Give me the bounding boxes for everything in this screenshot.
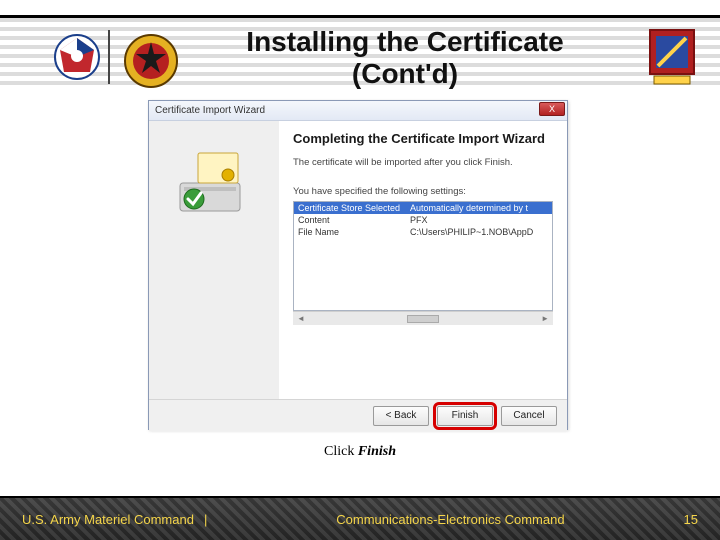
wizard-content: Completing the Certificate Import Wizard…: [279, 121, 567, 399]
cancel-button[interactable]: Cancel: [501, 406, 557, 426]
page-title: Installing the Certificate (Cont'd): [190, 26, 620, 90]
header-divider: [108, 30, 110, 84]
cecom-emblem-icon: [646, 28, 698, 88]
settings-header-row: Certificate Store Selected Automatically…: [294, 202, 552, 214]
certificate-icon: [174, 149, 254, 219]
scroll-left-icon[interactable]: ◄: [297, 314, 305, 323]
wizard-subtext: The certificate will be imported after y…: [293, 157, 553, 168]
settings-row-label: File Name: [298, 227, 410, 237]
settings-header-col1: Certificate Store Selected: [298, 203, 410, 213]
footer-separator: |: [194, 512, 217, 527]
settings-header-col2: Automatically determined by t: [410, 203, 548, 213]
starburst-emblem-icon: [122, 32, 180, 90]
back-button[interactable]: < Back: [373, 406, 429, 426]
amc-shield-icon: [52, 32, 102, 82]
finish-button[interactable]: Finish: [437, 406, 493, 426]
horizontal-scrollbar[interactable]: ◄ ►: [293, 311, 553, 325]
slide-footer: U.S. Army Materiel Command | Communicati…: [0, 496, 720, 540]
instruction-prefix: Click: [324, 444, 358, 459]
scroll-right-icon[interactable]: ►: [541, 314, 549, 323]
footer-left: U.S. Army Materiel Command: [22, 512, 194, 527]
window-titlebar: Certificate Import Wizard X: [149, 101, 567, 121]
wizard-sidebar: [149, 121, 279, 399]
instruction-emphasis: Finish: [358, 444, 396, 459]
settings-row: Content PFX: [294, 214, 552, 226]
settings-row-label: Content: [298, 215, 410, 225]
slide: Installing the Certificate (Cont'd) Cert…: [0, 0, 720, 540]
close-icon[interactable]: X: [539, 102, 565, 116]
wizard-button-row: < Back Finish Cancel: [149, 399, 567, 431]
wizard-body: Completing the Certificate Import Wizard…: [149, 121, 567, 399]
page-number: 15: [684, 512, 698, 527]
window-title-text: Certificate Import Wizard: [155, 105, 265, 116]
wizard-heading: Completing the Certificate Import Wizard: [293, 131, 553, 147]
wizard-settings-label: You have specified the following setting…: [293, 186, 553, 197]
settings-row-value: PFX: [410, 215, 548, 225]
instruction-text: Click Finish: [0, 444, 720, 460]
certificate-import-wizard-window: Certificate Import Wizard X Completing t…: [148, 100, 568, 430]
scroll-thumb[interactable]: [407, 315, 439, 323]
settings-row-value: C:\Users\PHILIP~1.NOB\AppD: [410, 227, 548, 237]
settings-listbox[interactable]: Certificate Store Selected Automatically…: [293, 201, 553, 311]
settings-row: File Name C:\Users\PHILIP~1.NOB\AppD: [294, 226, 552, 238]
footer-center: Communications-Electronics Command: [217, 512, 683, 527]
